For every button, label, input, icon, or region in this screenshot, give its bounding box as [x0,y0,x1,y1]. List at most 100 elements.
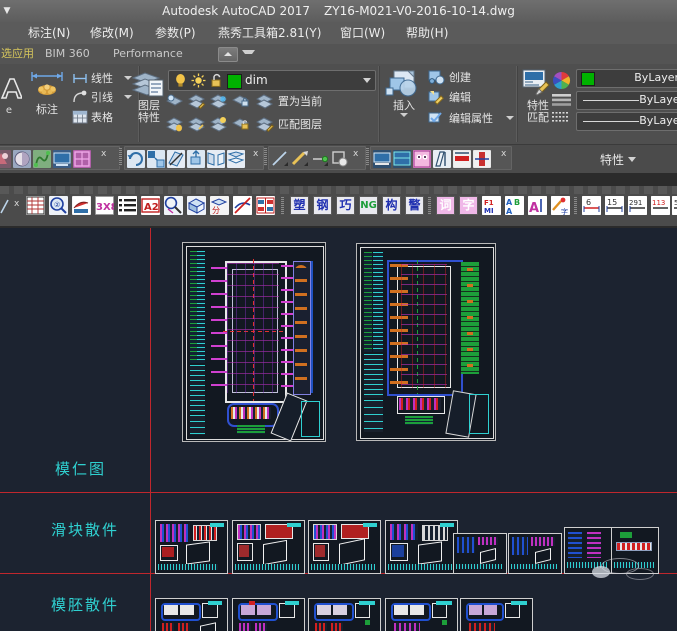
render-presets-icon[interactable] [73,150,91,168]
3d-box-icon[interactable] [187,196,206,215]
tab-bim-360[interactable]: BIM 360 [40,44,95,64]
toolbar-grip-1[interactable] [119,148,122,166]
thumb-slider-5[interactable] [453,533,507,574]
layer-unlock-icon[interactable] [232,116,250,132]
layer-on-icon[interactable] [166,116,184,132]
chevron-down-icon[interactable] [242,50,255,61]
no-dim-icon[interactable] [233,196,252,215]
ab-text-icon[interactable]: ABA [505,196,524,215]
menu-item-help[interactable]: 帮助(H) [402,22,452,44]
menu-item-dimension[interactable]: 标注(N) [24,22,74,44]
color-wheel-icon[interactable] [552,71,571,90]
ng-icon[interactable]: NG [359,196,378,215]
steel-icon[interactable]: 钢 [313,196,332,215]
lightbulb-on-icon[interactable] [173,73,188,88]
zoom-window-icon[interactable]: ② [49,196,68,215]
3x8-icon[interactable]: 3X8 [95,196,114,215]
3d-align-icon[interactable] [147,150,165,168]
thumb-base-4[interactable] [385,598,458,631]
toolbar-grip-2[interactable] [264,148,267,166]
thumb-base-3[interactable] [308,598,381,631]
toolbar-grip-6[interactable] [574,197,577,215]
layer-properties-big-button[interactable]: 图层 特性 [128,68,170,124]
ai-text-icon[interactable]: A [528,196,547,215]
visual-style-icon[interactable] [13,150,31,168]
lineweight-icon[interactable] [552,110,571,124]
f1-mi-icon[interactable]: F1 MI [482,196,501,215]
a2-frame-icon[interactable]: A2 [141,196,160,215]
edit-block-icon[interactable] [428,89,445,105]
warning-icon[interactable]: 警 [405,196,424,215]
hatch-paint-icon[interactable] [72,196,91,215]
close-toolbar-icon-2[interactable]: x [253,150,258,159]
render-window-icon[interactable] [53,150,71,168]
table-row-button[interactable]: 表格 [72,109,134,126]
layer-row-match[interactable]: 匹配图层 [166,116,366,133]
linetype-icon[interactable] [552,93,571,107]
linear-dimension-row[interactable]: 线性 [72,70,134,87]
3d-array-icon[interactable] [227,150,245,168]
layer-combobox-chevron-down-icon[interactable] [363,78,371,83]
dim-291-icon[interactable]: 291 [628,196,647,215]
ray-icon[interactable] [271,150,289,168]
unlock-icon[interactable] [209,73,224,88]
layer-lock-icon[interactable] [232,93,250,109]
drawing-canvas[interactable]: 模仁图 滑块散件 模胚散件 [0,228,677,631]
lineweight-combobox[interactable]: ByLayer [576,112,677,131]
thumb-base-2[interactable] [232,598,305,631]
zoom-object-icon[interactable] [164,196,183,215]
cad-sheet-1[interactable] [182,242,326,442]
menu-item-modify[interactable]: 修改(M) [86,22,138,44]
layer-unisolate-icon[interactable] [188,116,206,132]
thumb-base-5[interactable] [460,598,533,631]
list-icon[interactable] [118,196,137,215]
toolbar-grip-3[interactable] [366,148,369,166]
close-toolbar-icon-5[interactable]: x [14,200,19,209]
color-combobox[interactable]: ByLayer [576,69,677,88]
spline-icon[interactable] [291,150,309,168]
menu-item-clipped[interactable] [0,22,24,44]
revision-cloud-icon[interactable] [311,150,329,168]
layout-icon[interactable] [373,150,391,168]
cad-sheet-2[interactable] [356,243,496,441]
thumb-slider-2[interactable] [232,520,305,574]
insert-block-big-button[interactable]: 插入 [382,68,426,117]
layer-set-current-icon[interactable] [256,93,274,109]
partial-icon-left[interactable] [0,197,14,215]
edit-attribute-chevron-down-icon[interactable] [506,116,514,120]
thumb-slider-4[interactable] [385,520,458,574]
leader-row[interactable]: 引线 [72,89,134,106]
menu-item-parameters[interactable]: 参数(P) [151,22,200,44]
close-toolbar-icon-4[interactable]: x [501,150,506,159]
create-block-icon[interactable] [428,69,445,85]
linetype-combobox[interactable]: ByLayer [576,91,677,110]
toolbar-grip-5[interactable] [428,197,431,215]
view-manager-icon[interactable] [433,150,451,168]
region-icon[interactable] [331,150,349,168]
edit-block-row[interactable]: 编辑 [428,89,512,106]
sun-freeze-icon[interactable] [191,73,206,88]
section-icon[interactable] [453,150,471,168]
layer-match-icon[interactable] [256,116,274,132]
grid-table-icon[interactable] [26,196,45,215]
thumb-slider-3[interactable] [308,520,381,574]
magic-text-icon[interactable]: 字 [551,196,570,215]
ribbon-partial-button[interactable]: e [0,74,24,117]
layer-thaw-icon[interactable] [210,116,228,132]
chevron-down-icon[interactable] [628,157,637,162]
edit-attribute-icon[interactable] [428,110,445,126]
properties-palette-button[interactable]: 特性 [600,151,637,168]
menu-item-yanxiu-toolbox[interactable]: 燕秀工具箱2.81(Y) [214,22,325,44]
collapse-ribbon-icon[interactable] [218,47,238,62]
dimension-big-button[interactable]: 标注 [25,70,69,116]
viewport-icon[interactable] [393,150,411,168]
toolbar-grip-4[interactable] [281,197,284,215]
ucs-icon[interactable] [413,150,431,168]
layer-isolate-icon[interactable] [166,93,184,109]
render-icon[interactable] [0,150,11,168]
close-toolbar-icon-3[interactable]: x [353,150,358,159]
3d-mirror-icon[interactable] [207,150,225,168]
layer-color-swatch[interactable] [227,74,242,89]
create-block-row[interactable]: 创建 [428,69,512,86]
menu-item-window[interactable]: 窗口(W) [336,22,389,44]
